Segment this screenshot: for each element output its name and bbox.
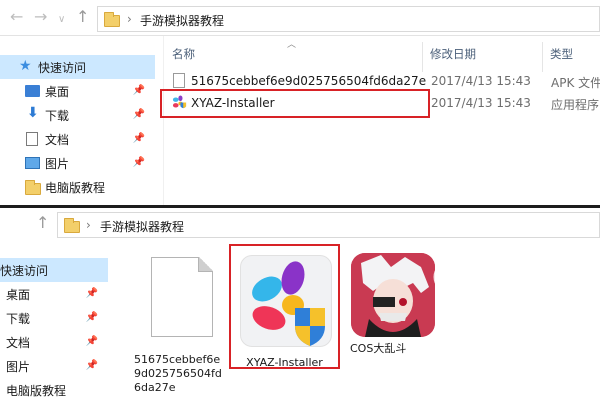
up-arrow-icon[interactable]: ↑: [36, 215, 49, 231]
sidebar-item-label: 下载: [45, 109, 70, 123]
sidebar-item-downloads[interactable]: 下载 📌: [0, 306, 108, 330]
file-caption: COS大乱斗: [350, 342, 407, 355]
sort-ascending-icon: ︿: [287, 40, 297, 50]
sidebar-item-quick-access[interactable]: ★ 快速访问: [0, 55, 155, 79]
pin-icon[interactable]: 📌: [86, 360, 98, 371]
column-header-modified[interactable]: 修改日期: [430, 46, 476, 62]
star-icon: ★: [19, 58, 32, 74]
sidebar-item-label: 快速访问: [0, 264, 49, 278]
sidebar-item-label: 桌面: [6, 288, 31, 302]
pictures-icon: [25, 157, 40, 169]
sidebar-item-label: 图片: [45, 157, 70, 171]
folder-icon: [25, 180, 41, 195]
sidebar-item-label: 文档: [45, 133, 70, 147]
sidebar-item-label: 下载: [6, 312, 31, 326]
column-header-name[interactable]: 名称: [172, 46, 195, 62]
back-arrow-icon[interactable]: ←: [10, 9, 23, 25]
folder-icon: [104, 12, 120, 27]
pin-icon[interactable]: 📌: [133, 157, 145, 168]
breadcrumb-separator: ›: [86, 218, 91, 232]
address-box[interactable]: › 手游模拟器教程: [57, 212, 600, 238]
sidebar-item-documents[interactable]: 文档 📌: [0, 330, 108, 354]
pin-icon[interactable]: 📌: [86, 288, 98, 299]
top-navigation-pane: ★ 快速访问 桌面 📌 ⬇ 下载 📌 文档 📌 图片 📌 电脑版教程: [0, 36, 155, 205]
breadcrumb-separator: ›: [127, 12, 132, 26]
brand-domain: GAOSHOUYOU.COM: [474, 288, 568, 297]
breadcrumb-folder[interactable]: 手游模拟器教程: [100, 218, 184, 235]
caption-line: 51675cebbef6e: [134, 353, 221, 366]
pin-icon[interactable]: 📌: [86, 336, 98, 347]
file-list: ︿ 名称 修改日期 类型 51675cebbef6e9d025756504fd6…: [163, 36, 600, 205]
address-box[interactable]: › 手游模拟器教程: [97, 6, 600, 32]
sidebar-item-label: 快速访问: [38, 61, 87, 75]
sidebar-item-pc-tutorial[interactable]: 电脑版教程: [0, 175, 155, 199]
sidebar-item-desktop[interactable]: 桌面 📌: [0, 79, 155, 103]
download-icon: ⬇: [27, 105, 39, 121]
sidebar-item-downloads[interactable]: ⬇ 下载 📌: [0, 103, 155, 127]
bottom-address-bar: ↑ › 手游模拟器教程: [0, 208, 600, 244]
up-arrow-icon[interactable]: ↑: [76, 9, 89, 25]
caption-line: 9d025756504fd: [134, 367, 222, 380]
highlight-box-installer-row: [160, 89, 430, 118]
pin-icon[interactable]: 📌: [86, 312, 98, 323]
pin-icon[interactable]: 📌: [133, 133, 145, 144]
brand-logo-icon: [433, 261, 465, 293]
sidebar-item-quick-access[interactable]: 快速访问: [0, 258, 108, 282]
apk-file-icon: [173, 73, 185, 88]
file-modified: 2017/4/13 15:43: [431, 74, 531, 88]
column-divider[interactable]: [422, 42, 423, 72]
forward-arrow-icon[interactable]: →: [34, 9, 47, 25]
top-address-bar: ← → ∨ ↑ › 手游模拟器教程: [0, 0, 600, 36]
sidebar-item-label: 电脑版教程: [6, 384, 67, 398]
bottom-navigation-pane: 快速访问 桌面 📌 下载 📌 文档 📌 图片 📌 电脑版教程: [0, 244, 108, 400]
column-divider[interactable]: [542, 42, 543, 72]
highlight-box-installer-tile: [229, 244, 340, 369]
sidebar-item-documents[interactable]: 文档 📌: [0, 127, 155, 151]
file-name: 51675cebbef6e9d025756504fd6da27e: [191, 74, 427, 88]
column-header-type[interactable]: 类型: [550, 46, 573, 62]
cos-game-icon: [351, 253, 435, 337]
file-type: 应用程序: [551, 98, 600, 112]
pin-icon[interactable]: 📌: [133, 85, 145, 96]
caption-line: 6da27e: [134, 381, 176, 394]
desktop-icon: [25, 85, 40, 97]
file-type: APK 文件: [551, 76, 600, 90]
sidebar-item-label: 电脑版教程: [45, 181, 106, 195]
pin-icon[interactable]: 📌: [133, 109, 145, 120]
sidebar-item-pictures[interactable]: 图片 📌: [0, 354, 108, 378]
recent-chevron-icon[interactable]: ∨: [58, 12, 65, 28]
blank-file-icon: [151, 257, 213, 337]
sidebar-item-pictures[interactable]: 图片 📌: [0, 151, 155, 175]
file-caption: 51675cebbef6e 9d025756504fd 6da27e: [134, 353, 239, 395]
brand-watermark: 高手游 GAOSHOUYOU.COM: [432, 258, 600, 298]
folder-icon: [64, 218, 80, 233]
sidebar-item-label: 图片: [6, 360, 31, 374]
sidebar-item-pc-tutorial[interactable]: 电脑版教程: [0, 378, 108, 400]
anime-character-icon: [351, 253, 435, 337]
sidebar-item-label: 文档: [6, 336, 31, 350]
breadcrumb-folder[interactable]: 手游模拟器教程: [140, 12, 224, 29]
document-icon: [26, 132, 38, 146]
sidebar-item-desktop[interactable]: 桌面 📌: [0, 282, 108, 306]
sidebar-item-label: 桌面: [45, 85, 70, 99]
file-modified: 2017/4/13 15:43: [431, 96, 531, 110]
